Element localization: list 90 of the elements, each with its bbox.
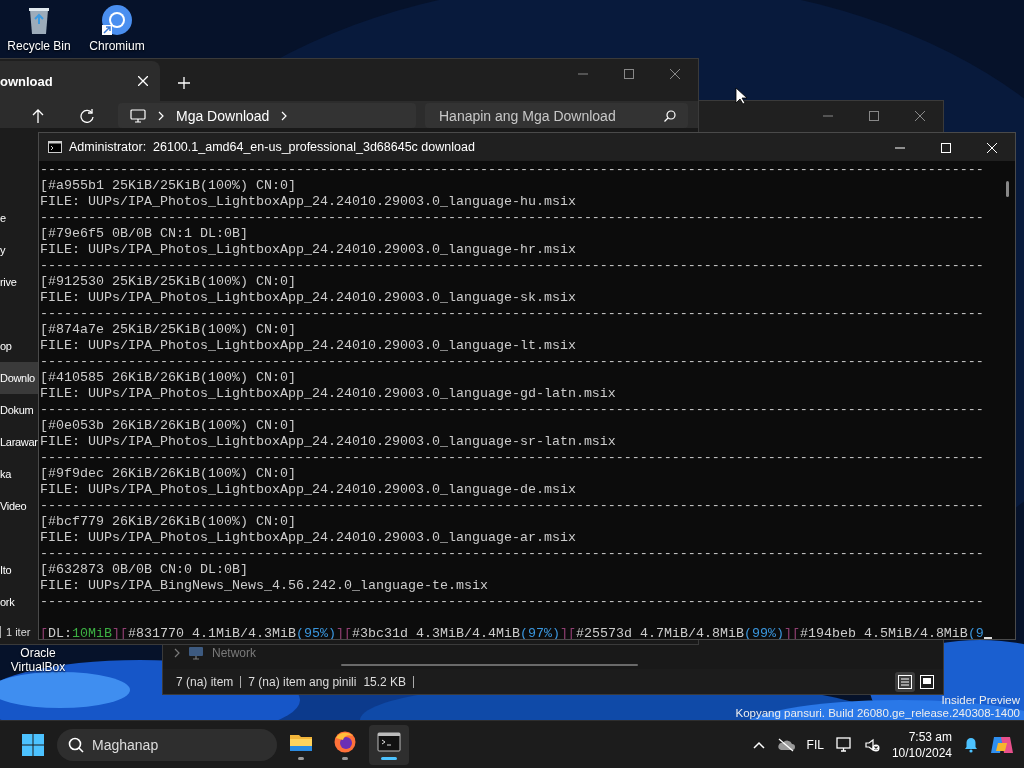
search-placeholder: Maghanap: [92, 736, 159, 753]
sidebar-item[interactable]: Video: [0, 490, 40, 522]
console-line: FILE: UUPs/IPA_Photos_LightboxApp_24.24010.29003.0_language-hu.msix: [40, 194, 577, 210]
browser-icon: [333, 729, 357, 754]
console-line: FILE: UUPs/IPA_BingNews_News_4.56.242.0_language-te.msix: [40, 578, 489, 594]
console-line: ----------------------------------------------------------------------------------------------------------------------: [40, 498, 985, 514]
browser-icon[interactable]: [101, 4, 133, 36]
icon-label: Recycle Bin: [7, 39, 71, 53]
taskbar-button[interactable]: [369, 724, 409, 765]
bell-icon[interactable]: [964, 736, 978, 753]
window-title: Administrator: 26100.1_amd64_en-us_professional_3d68645c download: [69, 140, 475, 154]
speaker-muted-icon[interactable]: [863, 736, 880, 753]
sidebar-item[interactable]: rive: [0, 266, 40, 298]
console-line: FILE: UUPs/IPA_Photos_LightboxApp_24.24010.29003.0_language-sr-latn.msix: [40, 434, 617, 450]
details-view-button[interactable]: [895, 671, 915, 692]
scrollbar-thumb[interactable]: [1005, 181, 1009, 197]
sidebar-item[interactable]: ka: [0, 458, 40, 490]
console-icon: [48, 141, 62, 153]
search-icon: [664, 109, 676, 122]
monitor-icon[interactable]: [835, 736, 852, 753]
console-line: [#bcf779 26KiB/26KiB(100%) CN:0]: [40, 514, 297, 530]
console-line: [#0e053b 26KiB/26KiB(100%) CN:0]: [40, 418, 297, 434]
console-line: ----------------------------------------------------------------------------------------------------------------------: [40, 306, 985, 322]
sidebar-item[interactable]: y: [0, 234, 40, 266]
status-text: 7 (na) item: [176, 674, 234, 689]
console-line: [#a955b1 25KiB/25KiB(100%) CN:0]: [40, 178, 297, 194]
up-arrow-icon[interactable]: [31, 108, 44, 123]
console-line: FILE: UUPs/IPA_Photos_LightboxApp_24.24010.29003.0_language-sk.msix: [40, 290, 577, 306]
sidebar-item[interactable]: Larawar: [0, 426, 40, 458]
console-line: [#79e6f5 0B/0B CN:1 DL:0B]: [40, 226, 249, 242]
time-text: 7:53 am: [908, 728, 952, 745]
refresh-icon[interactable]: [79, 108, 94, 123]
cursor-icon: [735, 87, 747, 105]
sidebar-item[interactable]: Ito: [0, 554, 40, 586]
clock[interactable]: 7:53 am 10/10/2024: [891, 728, 952, 761]
console-line: ----------------------------------------------------------------------------------------------------------------------: [40, 546, 985, 562]
console-line: [#874a7e 25KiB/25KiB(100%) CN:0]: [40, 322, 297, 338]
console-line: ----------------------------------------------------------------------------------------------------------------------: [40, 210, 985, 226]
network-icon: [188, 646, 204, 660]
status-text: 7 (na) item ang pinili: [248, 674, 357, 689]
cloud-off-icon[interactable]: [776, 737, 795, 752]
sidebar-item[interactable]: op: [0, 330, 40, 362]
watermark-text: Insider Preview: [941, 694, 1020, 707]
search-field[interactable]: Hanapin ang Mga Download: [425, 103, 688, 128]
sidebar-item[interactable]: Downlo: [0, 362, 40, 394]
search-placeholder: Hanapin ang Mga Download: [439, 107, 616, 124]
chevron-up-icon[interactable]: [752, 740, 765, 749]
console-line: FILE: UUPs/IPA_Photos_LightboxApp_24.24010.29003.0_language-gd-latn.msix: [40, 386, 617, 402]
monitor-icon: [130, 108, 146, 123]
console-line: FILE: UUPs/IPA_Photos_LightboxApp_24.24010.29003.0_language-hr.msix: [40, 242, 577, 258]
console-line: FILE: UUPs/IPA_Photos_LightboxApp_24.24010.29003.0_language-ar.msix: [40, 530, 577, 546]
status-text: 15.2 KB: [363, 674, 407, 689]
console-line: ----------------------------------------------------------------------------------------------------------------------: [40, 354, 985, 370]
scrollbar-thumb[interactable]: [341, 664, 638, 666]
console-line: ----------------------------------------------------------------------------------------------------------------------: [40, 450, 985, 466]
language-indicator[interactable]: FIL: [806, 737, 824, 752]
terminal-icon: [377, 729, 401, 754]
icon-label: Oracle VirtualBox: [9, 646, 67, 674]
console-line: ----------------------------------------------------------------------------------------------------------------------: [40, 594, 985, 610]
chevron-icon: [281, 110, 288, 121]
search-field[interactable]: Maghanap: [57, 728, 277, 761]
search-icon: [68, 736, 84, 753]
console-line: [DL:10MiB][#831770 4.1MiB/4.3MiB(95%)][#3bc31d 4.3MiB/4.4MiB(97%)][#25573d 4.7MiB/4.8MiB(99%)][#194beb 4.5MiB/4.8MiB(9: [40, 626, 984, 639]
console-line: [#912530 25KiB/25KiB(100%) CN:0]: [40, 274, 297, 290]
tile-icon: [920, 674, 934, 689]
plus-icon[interactable]: [178, 77, 190, 89]
text-cursor: [983, 637, 992, 639]
nav-item[interactable]: Network: [212, 646, 256, 660]
tab[interactable]: ownload: [0, 61, 160, 101]
console-line: [#632873 0B/0B CN:0 DL:0B]: [40, 562, 249, 578]
sidebar-item[interactable]: Dokum: [0, 394, 40, 426]
icon-label: Chromium: [89, 39, 145, 53]
console-line: FILE: UUPs/IPA_Photos_LightboxApp_24.24010.29003.0_language-lt.msix: [40, 338, 577, 354]
status-text: 1 iter: [6, 626, 31, 638]
breadcrumb-item[interactable]: Mga Download: [176, 107, 270, 124]
console-line: FILE: UUPs/IPA_Photos_LightboxApp_24.24010.29003.0_language-de.msix: [40, 482, 577, 498]
chevron-icon[interactable]: [174, 648, 180, 658]
sidebar-item[interactable]: e: [0, 202, 40, 234]
chevron-icon: [158, 110, 164, 121]
console-line: ----------------------------------------------------------------------------------------------------------------------: [40, 162, 985, 178]
console-line: ----------------------------------------------------------------------------------------------------------------------: [40, 402, 985, 418]
console-line: [#9f9dec 26KiB/26KiB(100%) CN:0]: [40, 466, 297, 482]
console-line: [#410585 26KiB/26KiB(100%) CN:0]: [40, 370, 297, 386]
date-text: 10/10/2024: [891, 744, 952, 761]
start-icon[interactable]: [21, 732, 45, 757]
address-bar[interactable]: Mga Download: [118, 103, 416, 128]
list-icon: [898, 674, 912, 689]
console-line: ----------------------------------------------------------------------------------------------------------------------: [40, 258, 985, 274]
watermark-text: Kopyang pansuri. Build 26080.ge_release.240308-1400: [735, 707, 1020, 720]
sidebar-item[interactable]: ork: [0, 586, 40, 618]
